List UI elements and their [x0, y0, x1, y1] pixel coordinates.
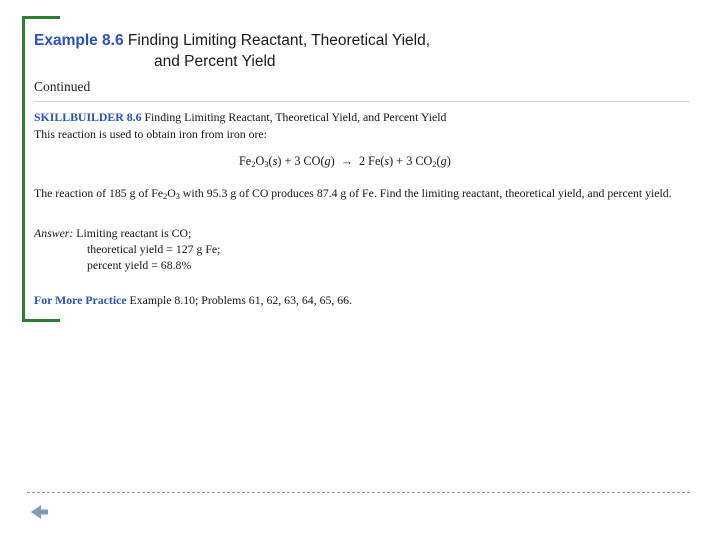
skillbuilder-label: SKILLBUILDER 8.6	[34, 110, 142, 124]
answer-block: Answer: Limiting reactant is CO; theoret…	[34, 225, 694, 273]
answer-line-2: theoretical yield = 127 g Fe;	[87, 241, 221, 256]
example-number-label: Example 8.6	[34, 32, 124, 49]
continued-label: Continued	[34, 79, 91, 94]
slide-header: Example 8.6 Finding Limiting Reactant, T…	[34, 30, 674, 72]
footer-divider	[27, 492, 690, 493]
for-more-practice: For More Practice Example 8.10; Problems…	[34, 293, 694, 308]
page-title-line1: Finding Limiting Reactant, Theoretical Y…	[127, 32, 431, 49]
slide-body: SKILLBUILDER 8.6 Finding Limiting Reacta…	[34, 110, 694, 308]
skillbuilder-heading: SKILLBUILDER 8.6 Finding Limiting Reacta…	[34, 110, 694, 125]
answer-line-3: percent yield = 68.8%	[87, 257, 192, 272]
intro-text: This reaction is used to obtain iron fro…	[34, 127, 267, 141]
answer-line-1: Limiting reactant is CO;	[76, 225, 192, 240]
back-arrow-icon[interactable]	[30, 504, 52, 520]
skillbuilder-title: Finding Limiting Reactant, Theoretical Y…	[144, 110, 447, 124]
page-title-line2: and Percent Yield	[154, 53, 276, 70]
for-more-practice-label: For More Practice	[34, 292, 127, 307]
chemical-equation: Fe2O3(s) + 3 CO(g) → 2 Fe(s) + 3 CO2(g)	[239, 154, 451, 170]
problem-statement: The reaction of 185 g of Fe2O3 with 95.3…	[34, 186, 672, 202]
header-divider	[34, 101, 689, 102]
for-more-practice-text: Example 8.10; Problems 61, 62, 63, 64, 6…	[129, 292, 353, 307]
page-title: Example 8.6 Finding Limiting Reactant, T…	[34, 30, 674, 51]
answer-first-line: Answer: Limiting reactant is CO;	[34, 225, 694, 241]
answer-label: Answer:	[34, 225, 74, 240]
